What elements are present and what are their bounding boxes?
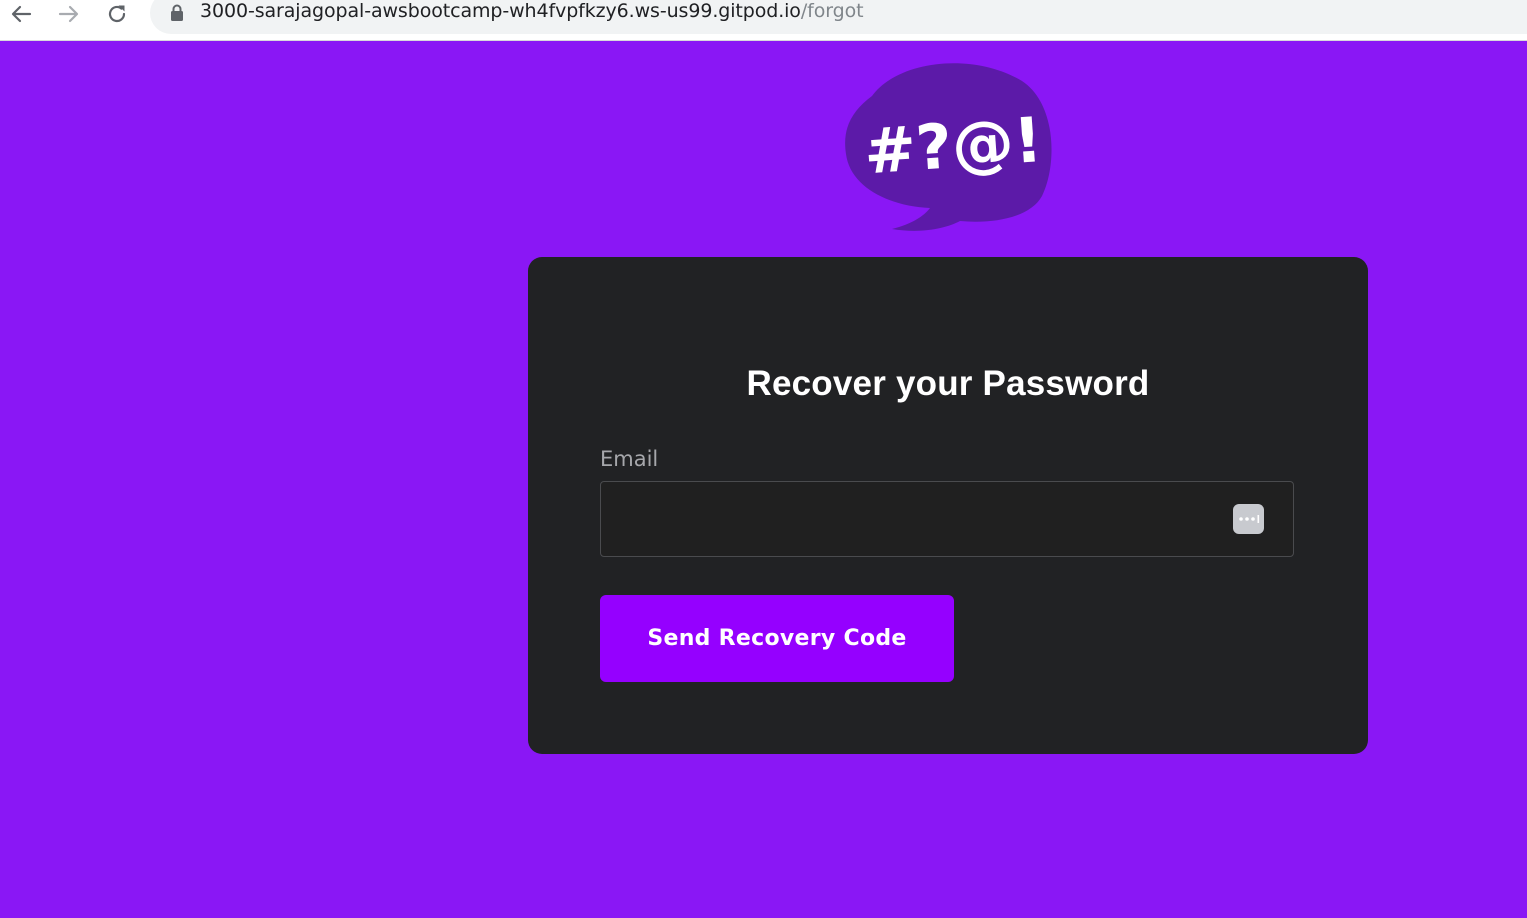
app-logo: #?@! bbox=[845, 63, 1052, 231]
back-arrow-icon bbox=[11, 5, 32, 23]
back-button[interactable] bbox=[3, 0, 39, 28]
reload-icon bbox=[108, 5, 126, 23]
url-path: /forgot bbox=[800, 0, 864, 22]
forward-button[interactable] bbox=[51, 0, 87, 28]
browser-toolbar: 3000-sarajagopal-awsbootcamp-wh4fvpfkzy6… bbox=[0, 0, 1527, 41]
email-label: Email bbox=[600, 447, 659, 471]
reload-button[interactable] bbox=[99, 0, 135, 28]
send-recovery-code-button[interactable]: Send Recovery Code bbox=[600, 595, 954, 682]
address-bar[interactable]: 3000-sarajagopal-awsbootcamp-wh4fvpfkzy6… bbox=[150, 0, 1527, 34]
page-title: Recover your Password bbox=[746, 364, 1150, 403]
url-text: 3000-sarajagopal-awsbootcamp-wh4fvpfkzy6… bbox=[200, 0, 864, 22]
autofill-menu-icon[interactable] bbox=[1233, 504, 1264, 534]
dots-icon bbox=[1238, 515, 1259, 523]
lock-icon bbox=[171, 4, 183, 21]
forward-arrow-icon bbox=[58, 5, 79, 23]
email-field[interactable] bbox=[600, 481, 1294, 557]
url-host: 3000-sarajagopal-awsbootcamp-wh4fvpfkzy6… bbox=[200, 0, 801, 22]
logo-text: #?@! bbox=[862, 103, 1045, 188]
